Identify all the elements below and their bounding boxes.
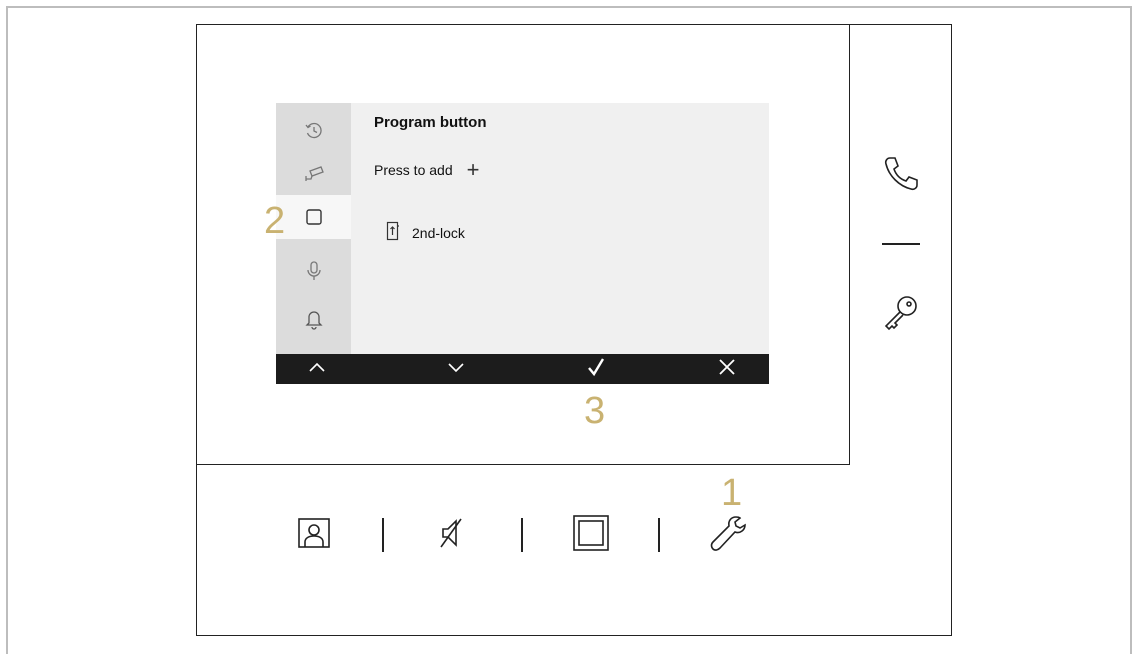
checkmark-icon xyxy=(586,357,606,382)
sidebar-item-camera[interactable] xyxy=(276,151,351,195)
screen-button[interactable] xyxy=(569,513,613,557)
cancel-button[interactable] xyxy=(697,354,757,384)
sidebar-item-bell[interactable] xyxy=(276,297,351,341)
list-item-2nd-lock[interactable]: 2nd-lock xyxy=(386,221,465,244)
sidebar-item-history[interactable] xyxy=(276,109,351,153)
call-button[interactable] xyxy=(878,152,924,198)
chevron-up-icon xyxy=(308,360,326,378)
sidebar-item-program-button[interactable] xyxy=(276,195,351,239)
settings-button[interactable] xyxy=(704,513,752,557)
add-button[interactable]: + xyxy=(467,159,480,181)
down-button[interactable] xyxy=(426,354,486,384)
lcd-screen: Program button Press to add + 2nd-lock xyxy=(276,103,769,384)
callout-2: 2 xyxy=(264,200,286,242)
history-icon xyxy=(304,121,324,141)
chevron-down-icon xyxy=(447,360,465,378)
settings-sidebar xyxy=(276,103,351,354)
page-title: Program button xyxy=(374,114,487,131)
square-button-icon xyxy=(305,208,323,226)
program-button-panel: Program button Press to add + 2nd-lock xyxy=(374,103,769,354)
bell-icon xyxy=(304,308,324,330)
separator xyxy=(521,518,523,552)
unlock-button[interactable] xyxy=(878,292,924,338)
press-to-add-label: Press to add xyxy=(374,162,453,178)
list-item-label: 2nd-lock xyxy=(412,224,465,241)
lock-door-icon xyxy=(386,221,400,244)
screen-control-bar xyxy=(276,354,769,384)
key-icon xyxy=(881,293,921,338)
separator xyxy=(658,518,660,552)
confirm-button[interactable] xyxy=(566,354,626,384)
wrench-icon xyxy=(706,513,750,558)
contact-icon xyxy=(296,515,332,556)
square-frame-icon xyxy=(571,513,611,558)
close-icon xyxy=(718,358,736,381)
mute-icon xyxy=(437,515,467,556)
microphone-icon xyxy=(305,260,323,282)
up-button[interactable] xyxy=(287,354,347,384)
sidebar-item-microphone[interactable] xyxy=(276,249,351,293)
callout-1: 1 xyxy=(721,472,743,514)
right-divider xyxy=(882,243,920,245)
callout-3: 3 xyxy=(584,390,606,432)
press-to-add-row[interactable]: Press to add + xyxy=(374,159,480,181)
intercom-button[interactable] xyxy=(294,515,334,555)
camera-icon xyxy=(303,163,325,183)
phone-icon xyxy=(881,153,921,198)
separator xyxy=(382,518,384,552)
mute-button[interactable] xyxy=(434,515,470,555)
